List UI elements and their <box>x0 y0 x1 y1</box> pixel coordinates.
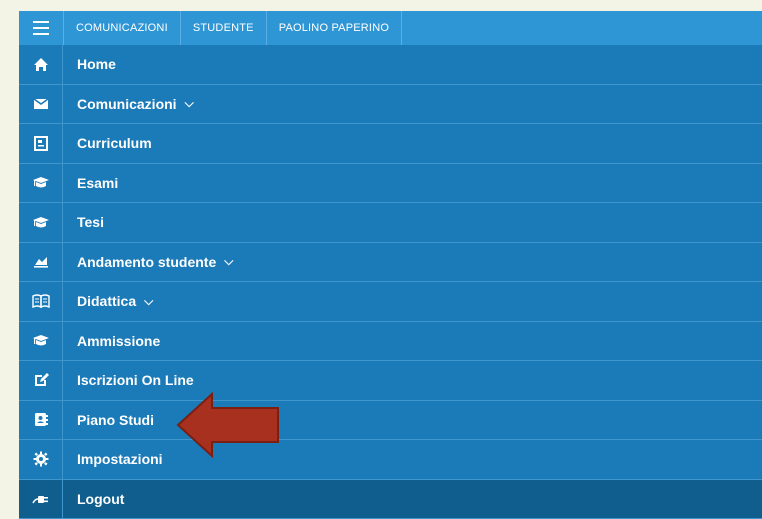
menu-item-label: Impostazioni <box>63 451 163 467</box>
hamburger-menu-button[interactable] <box>19 11 64 45</box>
menu-item-label: Home <box>63 56 116 72</box>
hamburger-icon <box>33 19 49 37</box>
menu-item-tesi[interactable]: Tesi <box>19 203 762 243</box>
menu-item-label: Esami <box>63 175 118 191</box>
menu-item-iscrizioni-on-line[interactable]: Iscrizioni On Line <box>19 361 762 401</box>
topbar-link-comunicazioni[interactable]: COMUNICAZIONI <box>64 11 181 45</box>
graduation-cap-icon <box>32 334 50 347</box>
chevron-down-icon: ⌵ <box>224 254 233 269</box>
plug-icon <box>32 493 50 505</box>
menu-item-impostazioni[interactable]: Impostazioni <box>19 440 762 480</box>
chevron-down-icon: ⌵ <box>185 96 194 111</box>
menu-item-comunicazioni[interactable]: Comunicazioni ⌵ <box>19 85 762 125</box>
home-icon <box>33 57 49 72</box>
book-icon <box>32 294 50 308</box>
menu-item-label: Didattica <box>63 293 136 309</box>
menu-item-esami[interactable]: Esami <box>19 164 762 204</box>
sidebar-menu: Home Comunicazioni ⌵ Curriculum Esami Te… <box>19 45 762 519</box>
graduation-cap-icon <box>32 216 50 229</box>
menu-item-label: Curriculum <box>63 135 152 151</box>
menu-item-ammissione[interactable]: Ammissione <box>19 322 762 362</box>
app-window: COMUNICAZIONI STUDENTE PAOLINO PAPERINO … <box>19 11 762 510</box>
menu-item-didattica[interactable]: Didattica ⌵ <box>19 282 762 322</box>
menu-item-label: Iscrizioni On Line <box>63 372 194 388</box>
chevron-down-icon: ⌵ <box>144 294 153 309</box>
menu-item-logout[interactable]: Logout <box>19 480 762 519</box>
menu-item-label: Andamento studente <box>63 254 216 270</box>
document-icon <box>34 136 48 151</box>
menu-item-label: Ammissione <box>63 333 160 349</box>
topbar-link-user[interactable]: PAOLINO PAPERINO <box>267 11 402 45</box>
menu-item-label: Piano Studi <box>63 412 154 428</box>
graduation-cap-icon <box>32 176 50 189</box>
edit-icon <box>33 372 49 388</box>
contact-book-icon <box>34 412 48 427</box>
menu-item-piano-studi[interactable]: Piano Studi <box>19 401 762 441</box>
menu-item-label: Tesi <box>63 214 104 230</box>
menu-item-label: Comunicazioni <box>63 96 177 112</box>
gear-icon <box>33 451 49 467</box>
top-bar: COMUNICAZIONI STUDENTE PAOLINO PAPERINO <box>19 11 762 45</box>
pointer-arrow-annotation <box>176 392 280 458</box>
menu-item-curriculum[interactable]: Curriculum <box>19 124 762 164</box>
menu-item-home[interactable]: Home <box>19 45 762 85</box>
envelope-icon <box>33 98 49 110</box>
menu-item-label: Logout <box>63 491 124 507</box>
area-chart-icon <box>33 255 49 268</box>
topbar-link-studente[interactable]: STUDENTE <box>181 11 267 45</box>
menu-item-andamento-studente[interactable]: Andamento studente ⌵ <box>19 243 762 283</box>
